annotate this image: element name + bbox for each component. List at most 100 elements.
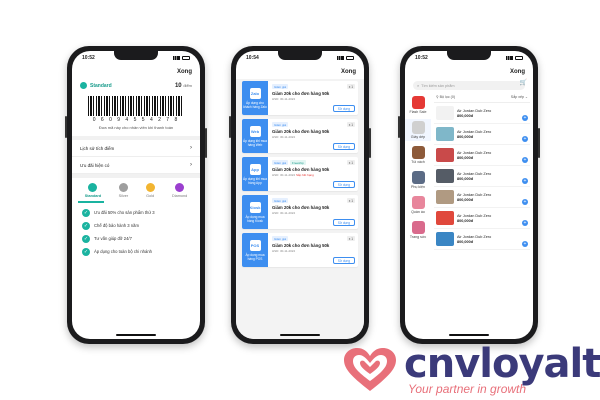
category-shoes[interactable]: Giày dép (405, 119, 431, 141)
product-price: 800,000đ (457, 176, 474, 181)
voucher-list: Zalo Áp dụng cho khách hàng Zalo Giảm giá… (236, 79, 364, 339)
shop-content: Flash Sale Giày dép Túi xách Phụ kiện Qu… (405, 92, 533, 339)
battery-icon (346, 56, 354, 60)
add-to-cart-button[interactable]: + (522, 241, 528, 247)
tier-diamond-icon (175, 183, 185, 192)
barcode (88, 96, 184, 116)
use-voucher-button[interactable]: Sử dụng (332, 257, 355, 264)
use-voucher-button[interactable]: Sử dụng (332, 105, 355, 112)
benefit-text: Chế độ bảo hành 3 năm (94, 223, 139, 228)
tier-diamond-label: Diamond (172, 194, 188, 198)
product-name: Air Jordan Dub Zero (457, 108, 492, 113)
points-history-label: Lịch sử tích điểm (80, 145, 115, 151)
voucher-card[interactable]: Kiosk Áp dụng mua hàng Kiosk Giảm giá Giả… (242, 195, 358, 229)
voucher-expiry-date: HSD: 30-11-2022 (272, 249, 296, 253)
active-tab-indicator (78, 201, 104, 203)
voucher-card[interactable]: Web Áp dụng khi mua hàng Web Giảm giá Giả… (242, 119, 358, 153)
points-value: 10 (174, 82, 182, 89)
done-button[interactable]: Xong (177, 69, 192, 75)
done-button[interactable]: Xong (341, 69, 356, 75)
tab-tier-gold[interactable]: Gold (145, 183, 155, 198)
voucher-title: Giảm 20k cho đơn hàng 50k (272, 129, 330, 134)
product-item[interactable]: Air Jordan Dub Zero 800,000đ + (434, 187, 530, 208)
category-bags[interactable]: Túi xách (405, 144, 431, 166)
category-sidebar: Flash Sale Giày dép Túi xách Phụ kiện Qu… (405, 92, 431, 339)
add-to-cart-button[interactable]: + (522, 136, 528, 142)
heart-logo-icon (344, 348, 396, 391)
benefit-list: ✓ Ưu đãi 50% cho sản phẩm thứ 3 ✓ Chế độ b… (72, 206, 200, 258)
phone-loyalty: 10:52 Xong Standard 10 điểm 0 6 0 9 4 5 … (65, 46, 207, 344)
shop-screen: 10:52 Xong ⌕ Tìm kiếm sản phẩm 🛒 Flash S… (405, 51, 533, 339)
tab-tier-diamond[interactable]: Diamond (172, 183, 187, 198)
screenshot-stage: 10:52 Xong Standard 10 điểm 0 6 0 9 4 5 … (0, 0, 600, 400)
add-to-cart-button[interactable]: + (522, 199, 528, 205)
product-item[interactable]: Air Jordan Dub Zero 800,000đ + (434, 229, 530, 250)
voucher-channel: Web Áp dụng khi mua hàng Web (242, 119, 268, 153)
phone-notch (278, 51, 322, 60)
voucher-channel: Kiosk Áp dụng mua hàng Kiosk (242, 195, 268, 229)
voucher-title: Giảm 20k cho đơn hàng 50k (272, 205, 330, 210)
chevron-right-icon: › (190, 162, 192, 168)
status-icons (337, 56, 354, 60)
cart-icon[interactable]: 🛒 (520, 79, 527, 86)
done-button[interactable]: Xong (510, 69, 525, 75)
category-accessories[interactable]: Phụ kiện (405, 169, 431, 191)
category-label: Quần áo (411, 210, 425, 214)
brand-logo: cnvloyalty Your partner in growth (342, 344, 600, 395)
voucher-quantity: x 1 (346, 160, 355, 165)
offers-link[interactable]: Ưu đãi hiện có › (72, 157, 200, 174)
phone-notch (114, 51, 158, 60)
voucher-body: Giảm giá Giảm 20k cho đơn hàng 50k HSD: … (268, 233, 358, 267)
home-indicator (116, 334, 156, 336)
member-tier: Standard (80, 82, 112, 89)
points-history-link[interactable]: Lịch sử tích điểm › (72, 140, 200, 157)
product-item[interactable]: Air Jordan Dub Zero 800,000đ + (434, 124, 530, 145)
category-flash-sale[interactable]: Flash Sale (405, 94, 431, 116)
add-to-cart-button[interactable]: + (522, 157, 528, 163)
product-item[interactable]: Air Jordan Dub Zero 800,000đ + (434, 166, 530, 187)
category-clothes[interactable]: Quần áo (405, 194, 431, 216)
voucher-channel-text: Áp dụng khi mua hàng Web (243, 138, 267, 147)
voucher-expiry-date: HSD: 30-11-2022 (272, 97, 296, 101)
voucher-card[interactable]: Zalo Áp dụng cho khách hàng Zalo Giảm giá… (242, 81, 358, 115)
voucher-card[interactable]: POS Áp dụng mua hàng POS Giảm giá Giảm 20… (242, 233, 358, 267)
tab-tier-silver[interactable]: Silver (118, 183, 128, 198)
tier-silver-icon (118, 183, 128, 192)
kiosk-screen-icon: Kiosk (249, 201, 261, 213)
add-to-cart-button[interactable]: + (522, 115, 528, 121)
use-voucher-button[interactable]: Sử dụng (332, 143, 355, 150)
voucher-tags: Giảm giá (272, 84, 354, 89)
product-price: 800,000đ (457, 197, 474, 202)
category-jewelry[interactable]: Trang sức (405, 219, 431, 241)
category-label: Giày dép (410, 135, 426, 139)
product-item[interactable]: Air Jordan Dub Zero 800,000đ + (434, 103, 530, 124)
use-voucher-button[interactable]: Sử dụng (332, 219, 355, 226)
expiring-soon-label: Sắp hết hạng (295, 173, 314, 177)
add-to-cart-button[interactable]: + (522, 220, 528, 226)
voucher-body: Giảm giá Freeship Giảm 20k cho đơn hàng 5… (268, 157, 358, 191)
phone-vouchers: 10:54 Xong Zalo Áp dụng cho khách hàng Za… (229, 46, 371, 344)
use-voucher-button[interactable]: Sử dụng (332, 181, 355, 188)
member-header: Standard 10 điểm (72, 79, 200, 92)
check-icon: ✓ (82, 234, 90, 243)
voucher-card[interactable]: App Áp dụng khi mua hàng App Giảm giá Free… (242, 157, 358, 191)
voucher-body: Giảm giá Giảm 20k cho đơn hàng 50k HSD: … (268, 195, 358, 229)
filter-button[interactable]: ⚲ Bộ lọc (0) (436, 95, 455, 99)
voucher-channel-text: Áp dụng cho khách hàng Zalo (243, 100, 267, 109)
loyalty-screen: 10:52 Xong Standard 10 điểm 0 6 0 9 4 5 … (72, 51, 200, 339)
add-to-cart-button[interactable]: + (522, 178, 528, 184)
product-name: Air Jordan Dub Zero (457, 234, 492, 239)
tier-standard-icon (88, 183, 98, 192)
sort-button[interactable]: Sắp xếp ⌄ (511, 95, 528, 99)
search-input[interactable]: ⌕ Tìm kiếm sản phẩm (413, 81, 525, 90)
product-item[interactable]: Air Jordan Dub Zero 800,000đ + (434, 145, 530, 166)
flash-sale-icon (411, 96, 425, 109)
voucher-expiry: HSD: 30-11-2022 (272, 135, 354, 139)
category-label: Túi xách (411, 160, 425, 164)
home-indicator (449, 334, 489, 336)
product-item[interactable]: Air Jordan Dub Zero 800,000đ + (434, 208, 530, 229)
tab-tier-standard[interactable]: Standard (85, 183, 101, 198)
top-bar: Xong (72, 65, 200, 79)
battery-icon (182, 56, 190, 60)
status-time: 10:54 (246, 55, 259, 61)
